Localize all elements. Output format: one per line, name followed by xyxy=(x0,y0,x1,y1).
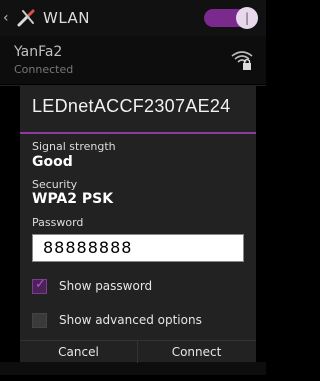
settings-wrench-icon[interactable] xyxy=(15,7,37,29)
wlan-toggle[interactable]: | xyxy=(204,7,258,29)
password-input[interactable]: 88888888 xyxy=(32,234,244,262)
signal-strength-label: Signal strength xyxy=(32,140,116,153)
network-list-item[interactable]: YanFa2 Connected xyxy=(0,36,266,84)
security-label: Security xyxy=(32,178,78,191)
dialog-title: LEDnetACCF2307AE24 xyxy=(32,96,231,116)
signal-strength-value: Good xyxy=(32,154,73,170)
back-chevron-icon[interactable]: ‹ xyxy=(3,10,13,26)
show-password-checkbox[interactable]: ✓ xyxy=(32,276,47,294)
dialog-button-bar: Cancel Connect xyxy=(20,340,256,363)
show-password-label: Show password xyxy=(59,279,153,293)
connect-button[interactable]: Connect xyxy=(138,341,255,381)
cancel-button[interactable]: Cancel xyxy=(20,341,137,381)
show-advanced-row[interactable]: Show advanced options xyxy=(32,310,244,330)
toggle-knob: | xyxy=(236,7,258,29)
title-divider xyxy=(20,132,256,134)
show-advanced-label: Show advanced options xyxy=(59,313,202,327)
password-label: Password xyxy=(32,216,84,229)
show-password-row[interactable]: ✓ Show password xyxy=(32,276,244,296)
action-bar: ‹ WLAN | xyxy=(0,0,266,36)
wifi-connect-dialog: LEDnetACCF2307AE24 Signal strength Good … xyxy=(20,86,256,363)
network-status: Connected xyxy=(14,63,74,76)
show-advanced-checkbox[interactable] xyxy=(32,312,47,328)
network-name: YanFa2 xyxy=(14,44,63,60)
screen-title: WLAN xyxy=(43,9,91,27)
checkmark-icon: ✓ xyxy=(35,276,46,292)
security-value: WPA2 PSK xyxy=(32,191,114,207)
wifi-lock-icon xyxy=(231,51,253,70)
